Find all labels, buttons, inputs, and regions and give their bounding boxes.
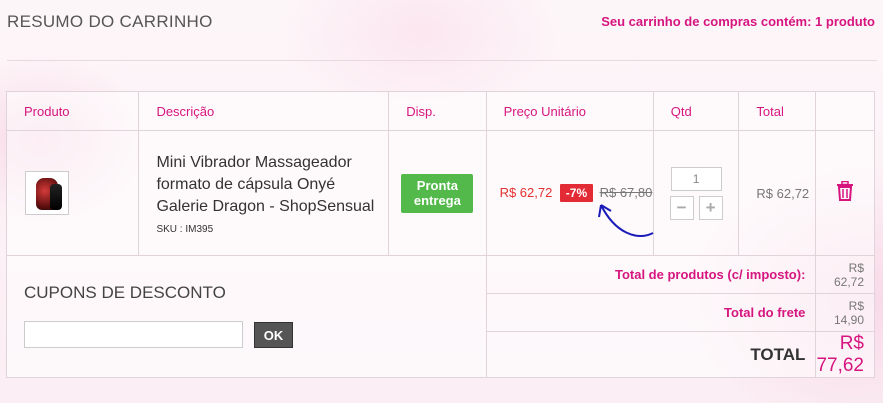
quantity-stepper: − + [654,195,739,220]
product-name-link[interactable]: Mini Vibrador Massageador formato de cáp… [156,152,378,218]
product-thumbnail[interactable] [25,171,69,215]
current-price: R$ 62,72 [499,185,553,200]
coupon-input[interactable] [24,321,243,348]
discount-badge: -7% [559,184,594,202]
product-description-cell: Mini Vibrador Massageador formato de cáp… [138,130,390,256]
trash-icon[interactable] [836,180,854,201]
product-image-box [50,184,62,210]
table-row: Mini Vibrador Massageador formato de cáp… [5,130,875,256]
col-header-total: Total [738,91,817,131]
page-title: RESUMO DO CARRINHO [7,12,213,31]
col-header-qtd: Qtd [652,91,740,131]
col-header-produto: Produto [5,91,140,131]
quantity-input[interactable] [670,166,722,191]
divider [7,60,877,61]
summary-row-products: CUPONS DE DESCONTO OK Total de produtos … [6,255,875,378]
annotation-arrow-icon [597,204,654,237]
delete-cell [815,130,875,256]
availability-cell: Pronta entrega [388,130,487,256]
quantity-decrease-button[interactable]: − [669,195,694,220]
col-header-disp: Disp. [388,91,487,131]
coupon-section: CUPONS DE DESCONTO OK [6,255,487,378]
coupon-title: CUPONS DE DESCONTO [24,283,226,302]
col-header-descricao: Descrição [138,91,390,131]
col-header-actions [815,91,875,131]
product-image-cell [5,130,140,256]
coupon-ok-button[interactable]: OK [254,321,293,348]
table-header-row: Produto Descrição Disp. Preço Unitário Q… [5,91,875,131]
col-header-preco: Preço Unitário [485,91,654,131]
cart-summary: RESUMO DO CARRINHO Seu carrinho de compr… [0,0,883,403]
coupon-form: OK [24,321,486,348]
grand-total-label: TOTAL [485,331,817,378]
shipping-total-label: Total do frete [485,293,817,332]
unit-price-cell: R$ 62,72 -7% R$ 67,80 [485,130,654,256]
product-sku: SKU : IM395 [156,223,214,235]
shipping-total-value: R$ 14,90 [815,293,875,332]
cart-count-text: Seu carrinho de compras contém: 1 produt… [601,14,875,29]
products-total-label: Total de produtos (c/ imposto): [485,255,817,294]
grand-total-value: R$ 77,62 [815,331,875,378]
quantity-increase-button[interactable]: + [698,195,723,220]
products-total-value: R$ 62,72 [815,255,875,294]
old-price: R$ 67,80 [599,185,653,200]
item-total: R$ 62,72 [738,130,817,256]
availability-badge: Pronta entrega [401,173,474,213]
cart-table: Produto Descrição Disp. Preço Unitário Q… [5,91,875,378]
quantity-cell: − + [652,130,740,256]
